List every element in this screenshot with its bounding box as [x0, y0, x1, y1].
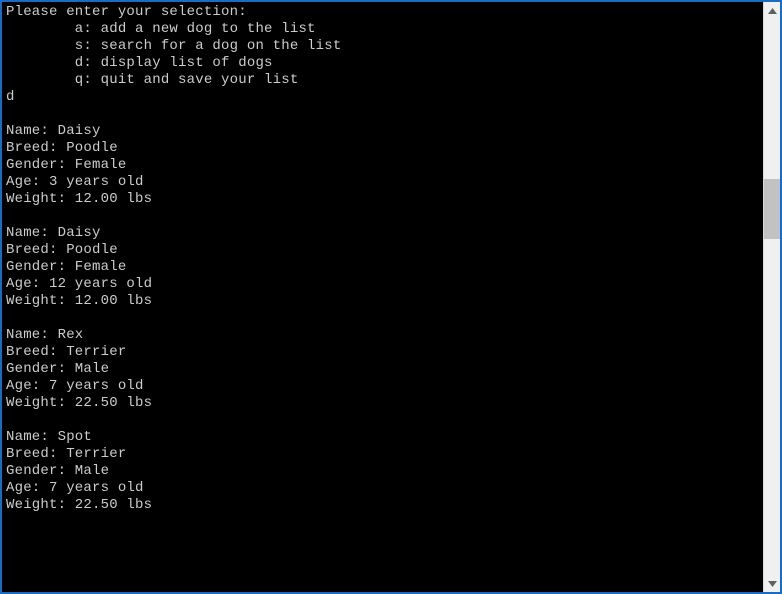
- menu-option: q: quit and save your list: [6, 72, 763, 89]
- menu-option: d: display list of dogs: [6, 55, 763, 72]
- dog-name: Name: Daisy: [6, 225, 763, 242]
- chevron-up-icon: [768, 8, 777, 14]
- dog-record: Name: SpotBreed: TerrierGender: MaleAge:…: [6, 429, 763, 514]
- blank-line: [6, 412, 763, 429]
- dog-record: Name: DaisyBreed: PoodleGender: FemaleAg…: [6, 225, 763, 310]
- dog-weight: Weight: 22.50 lbs: [6, 395, 763, 412]
- dog-name: Name: Spot: [6, 429, 763, 446]
- scroll-track[interactable]: [764, 19, 780, 575]
- scroll-up-button[interactable]: [764, 2, 780, 19]
- dog-age: Age: 3 years old: [6, 174, 763, 191]
- dog-age: Age: 7 years old: [6, 378, 763, 395]
- blank-line: [6, 208, 763, 225]
- menu-prompt: Please enter your selection:: [6, 4, 763, 21]
- dog-gender: Gender: Female: [6, 157, 763, 174]
- dog-breed: Breed: Terrier: [6, 344, 763, 361]
- dog-gender: Gender: Male: [6, 361, 763, 378]
- dog-weight: Weight: 12.00 lbs: [6, 191, 763, 208]
- dog-name: Name: Daisy: [6, 123, 763, 140]
- menu-option: a: add a new dog to the list: [6, 21, 763, 38]
- terminal-output[interactable]: Please enter your selection: a: add a ne…: [2, 2, 763, 592]
- scroll-thumb[interactable]: [764, 179, 780, 239]
- blank-line: [6, 310, 763, 327]
- menu-option: s: search for a dog on the list: [6, 38, 763, 55]
- dog-age: Age: 7 years old: [6, 480, 763, 497]
- dog-breed: Breed: Poodle: [6, 140, 763, 157]
- dog-breed: Breed: Terrier: [6, 446, 763, 463]
- dog-record: Name: DaisyBreed: PoodleGender: FemaleAg…: [6, 123, 763, 208]
- vertical-scrollbar[interactable]: [763, 2, 780, 592]
- dog-name: Name: Rex: [6, 327, 763, 344]
- scroll-down-button[interactable]: [764, 575, 780, 592]
- console-window: Please enter your selection: a: add a ne…: [0, 0, 782, 594]
- dog-gender: Gender: Female: [6, 259, 763, 276]
- chevron-down-icon: [768, 581, 777, 587]
- blank-line: [6, 106, 763, 123]
- dog-weight: Weight: 22.50 lbs: [6, 497, 763, 514]
- dog-record: Name: RexBreed: TerrierGender: MaleAge: …: [6, 327, 763, 412]
- dog-gender: Gender: Male: [6, 463, 763, 480]
- dog-breed: Breed: Poodle: [6, 242, 763, 259]
- dog-weight: Weight: 12.00 lbs: [6, 293, 763, 310]
- user-input-echo: d: [6, 89, 763, 106]
- dog-age: Age: 12 years old: [6, 276, 763, 293]
